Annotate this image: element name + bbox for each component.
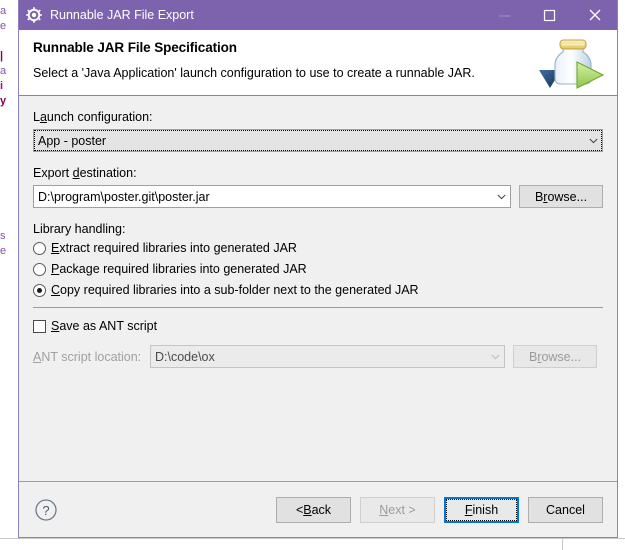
- gear-icon: [26, 7, 42, 23]
- runnable-jar-export-dialog: Runnable JAR File Export Runnable JAR Fi…: [18, 0, 618, 538]
- launch-configuration-value: App - poster: [38, 133, 107, 148]
- radio-indicator: [33, 241, 46, 255]
- launch-configuration-label: Launch configuration:: [33, 110, 153, 124]
- export-destination-browse-button[interactable]: Br owse...: [519, 185, 603, 208]
- section-separator: [33, 307, 603, 308]
- checkbox-label: Save as ANT script: [51, 319, 158, 333]
- radio-label: Package required libraries into generate…: [51, 262, 307, 276]
- ant-script-location-combo[interactable]: D:\code\ox: [150, 345, 505, 368]
- help-icon[interactable]: ?: [33, 497, 59, 523]
- chevron-down-icon: [493, 194, 510, 200]
- export-destination-label: Export destination:: [33, 166, 137, 180]
- ant-script-location-value: D:\code\ox: [155, 349, 215, 364]
- dialog-titlebar[interactable]: Runnable JAR File Export: [19, 0, 617, 30]
- background-editor-left-text: a e | a i y s e: [0, 0, 18, 550]
- cancel-button[interactable]: Cancel: [528, 496, 603, 523]
- dialog-header: Runnable JAR File Specification Select a…: [19, 30, 617, 96]
- radio-indicator: [33, 262, 46, 276]
- library-handling-label: Library handling:: [33, 222, 126, 236]
- dialog-title: Runnable JAR File Export: [50, 8, 194, 22]
- finish-button[interactable]: Finish: [444, 496, 519, 523]
- export-destination-value: D:\program\poster.git\poster.jar: [38, 189, 210, 204]
- svg-text:?: ?: [42, 503, 49, 518]
- background-editor-bottom-text: [0, 538, 625, 550]
- page-description: Select a 'Java Application' launch confi…: [33, 66, 475, 80]
- dialog-footer: ? < Back Next > Finish Cancel: [19, 481, 617, 537]
- checkbox-indicator: [33, 319, 46, 333]
- page-title: Runnable JAR File Specification: [33, 40, 237, 55]
- back-button[interactable]: < Back: [276, 496, 351, 523]
- next-button[interactable]: Next >: [360, 496, 435, 523]
- radio-label: Extract required libraries into generate…: [51, 241, 297, 255]
- radio-copy-libraries[interactable]: Copy required libraries into a sub-folde…: [33, 283, 603, 297]
- ant-script-browse-button[interactable]: Br owse...: [513, 345, 597, 368]
- close-button[interactable]: [572, 0, 617, 30]
- radio-extract-libraries[interactable]: Extract required libraries into generate…: [33, 241, 603, 255]
- background-editor-right-edge: [617, 0, 625, 550]
- chevron-down-icon: [487, 354, 504, 360]
- chevron-down-icon: [585, 138, 602, 144]
- export-destination-combo[interactable]: D:\program\poster.git\poster.jar: [33, 185, 511, 208]
- save-as-ant-script-checkbox[interactable]: Save as ANT script: [33, 319, 603, 333]
- ant-script-location-label: ANT script location:: [33, 349, 142, 364]
- radio-label: Copy required libraries into a sub-folde…: [51, 283, 419, 297]
- radio-package-libraries[interactable]: Package required libraries into generate…: [33, 262, 603, 276]
- radio-indicator: [33, 283, 46, 297]
- launch-configuration-combo[interactable]: App - poster: [33, 129, 603, 152]
- dialog-body: Launch configuration: App - poster Expor…: [19, 96, 617, 481]
- jar-export-icon: [533, 32, 609, 94]
- maximize-button[interactable]: [527, 0, 572, 30]
- minimize-button[interactable]: [482, 0, 527, 30]
